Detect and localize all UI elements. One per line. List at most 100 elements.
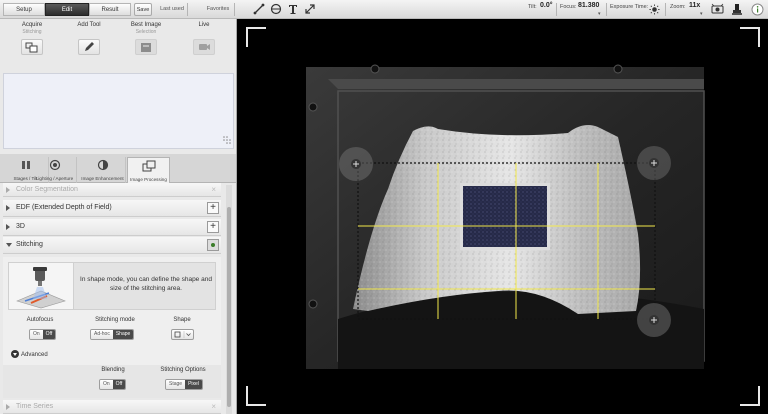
top-toolbar: Setup Edit Result Save Last used Favorit… (0, 0, 768, 19)
crosshair-handle-icon[interactable] (637, 303, 671, 337)
resize-arrow-icon[interactable] (302, 1, 318, 17)
stitching-active-indicator[interactable] (207, 239, 219, 251)
pen-icon[interactable] (78, 39, 100, 55)
tool-sublabel: Selection (135, 29, 157, 35)
tab-image-enhancement[interactable]: Image Enhancement (80, 157, 126, 183)
tool-sublabel (59, 29, 119, 36)
circle-measure-icon[interactable] (268, 1, 284, 17)
zoom-dropdown-icon[interactable]: ▾ (700, 11, 703, 17)
section-time-series[interactable]: Time Series × (3, 400, 221, 414)
mode-shape-option[interactable]: Shape (112, 330, 134, 339)
tab-label: Image Processing (130, 177, 167, 182)
focus-value: 81.380 (578, 2, 600, 9)
divider (187, 3, 188, 16)
exposure-label: Exposure Time: (610, 4, 649, 10)
tool-label: Best Image (130, 22, 162, 28)
add-3d-button[interactable]: + (207, 221, 219, 233)
crosshair-handle-icon[interactable] (339, 147, 373, 181)
tab-result[interactable]: Result (89, 3, 131, 16)
divider (234, 3, 235, 16)
live-camera-icon[interactable] (193, 39, 215, 55)
section-title: EDF (Extended Depth of Field) (16, 204, 112, 211)
section-title: Color Segmentation (16, 186, 78, 193)
autofocus-on-option[interactable]: On (30, 330, 43, 339)
advanced-toggle[interactable]: Advanced (11, 350, 48, 358)
collapse-arrow-icon (6, 243, 12, 247)
stitching-info-card: In shape mode, you can define the shape … (8, 262, 216, 310)
favorites-button[interactable]: Favorites (205, 3, 231, 16)
close-icon[interactable]: × (211, 185, 216, 194)
tool-sublabel: Stitching (22, 29, 42, 35)
shape-label: Shape (173, 317, 191, 323)
close-icon[interactable]: × (211, 402, 216, 411)
camera-settings-icon[interactable] (709, 1, 725, 17)
autofocus-label: Autofocus (26, 317, 54, 323)
category-tabs: Stages / Tilt Lighting / Aperture Image … (0, 154, 236, 184)
expand-arrow-icon (6, 205, 10, 211)
resize-grip-icon[interactable] (222, 135, 231, 146)
section-stitching[interactable]: Stitching (3, 237, 221, 254)
best-image-icon[interactable] (135, 39, 157, 55)
option-pixel[interactable]: Pixel (185, 380, 202, 389)
last-used-button[interactable]: Last used (159, 3, 185, 16)
advanced-options: Blending On Off Stitching Options Stage … (3, 365, 221, 398)
shape-dropdown[interactable] (171, 329, 194, 340)
section-title: Time Series (16, 403, 54, 410)
add-edf-button[interactable]: + (207, 202, 219, 214)
image-thumbnail-area[interactable] (3, 73, 234, 149)
autofocus-off-option[interactable]: Off (42, 330, 56, 339)
text-annotation-icon[interactable] (285, 1, 301, 17)
advanced-label: Advanced (21, 352, 48, 358)
option-stage[interactable]: Stage (166, 380, 186, 389)
stitching-shape-illustration-icon (9, 263, 74, 309)
divider (606, 3, 607, 16)
mode-adhoc-option[interactable]: Ad-hoc (91, 330, 113, 339)
brightness-icon[interactable] (646, 1, 662, 17)
section-title: Stitching (16, 241, 43, 248)
blending-toggle[interactable]: On Off (99, 379, 127, 390)
tool-label: Live (198, 22, 210, 28)
scrollbar-thumb[interactable] (227, 207, 231, 407)
divider (665, 3, 666, 16)
blending-off-option[interactable]: Off (112, 380, 126, 389)
live-camera-image[interactable] (238, 19, 768, 414)
autofocus-toggle[interactable]: On Off (29, 329, 57, 340)
panel-scrollbar[interactable] (226, 185, 232, 414)
stitching-options-label: Stitching Options (160, 367, 206, 373)
tool-live[interactable]: Live (174, 22, 234, 55)
tool-label: Acquire (21, 22, 43, 28)
blending-label: Blending (101, 367, 125, 373)
tab-setup[interactable]: Setup (3, 3, 45, 16)
section-edf[interactable]: EDF (Extended Depth of Field) + (3, 200, 221, 217)
lighting-icon (33, 159, 76, 171)
stitching-options-toggle[interactable]: Stage Pixel (165, 379, 203, 390)
live-image-viewer[interactable] (238, 19, 768, 414)
line-measure-icon[interactable] (251, 1, 267, 17)
contrast-icon (80, 159, 125, 171)
section-color-segmentation[interactable]: Color Segmentation × (3, 183, 221, 197)
focus-dropdown-icon[interactable]: ▾ (598, 11, 601, 17)
tab-lighting-aperture[interactable]: Lighting / Aperture (33, 157, 77, 183)
image-processing-icon (128, 160, 169, 172)
blending-on-option[interactable]: On (100, 380, 113, 389)
tab-image-processing[interactable]: Image Processing (127, 157, 170, 184)
tab-edit[interactable]: Edit (45, 3, 89, 16)
tool-best-image-selection[interactable]: Best Image Selection (116, 22, 176, 55)
crosshair-handle-icon[interactable] (637, 146, 671, 180)
stitching-icon[interactable] (21, 39, 43, 55)
tab-label: Image Enhancement (81, 176, 124, 181)
info-icon[interactable] (749, 1, 765, 17)
tool-acquire-stitching[interactable]: Acquire Stitching (2, 22, 62, 55)
section-title: 3D (16, 223, 25, 230)
microscope-icon[interactable] (729, 1, 745, 17)
zoom-value: 11x (689, 2, 701, 9)
tilt-value: 0.0° (540, 2, 553, 9)
stitching-mode-toggle[interactable]: Ad-hoc Shape (90, 329, 135, 340)
tools-row: Acquire Stitching Add Tool Best Image Se… (0, 19, 236, 69)
chevron-down-icon (11, 350, 19, 358)
tool-add-tool[interactable]: Add Tool (59, 22, 119, 55)
current-field-image (463, 186, 547, 247)
tab-label: Lighting / Aperture (35, 176, 74, 181)
save-button[interactable]: Save (134, 3, 152, 16)
section-3d[interactable]: 3D + (3, 219, 221, 236)
